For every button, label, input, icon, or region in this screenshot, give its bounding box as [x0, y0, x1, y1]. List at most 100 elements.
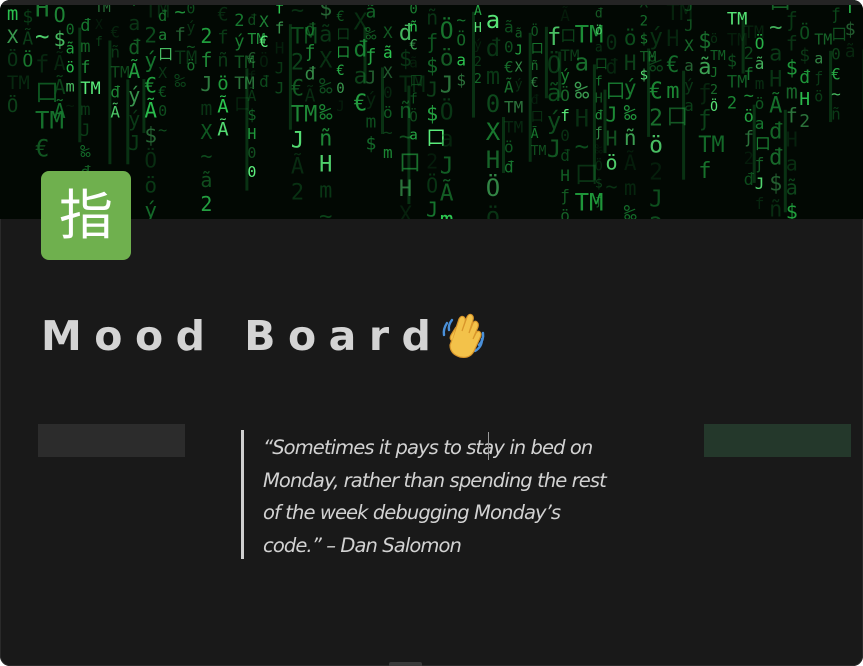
matrix-glyph: J [710, 66, 718, 81]
matrix-glyph: m [200, 96, 212, 120]
matrix-glyph: € [504, 57, 514, 76]
matrix-glyph: Ã [110, 102, 120, 121]
matrix-glyph: ã [515, 27, 523, 42]
matrix-glyph: J [275, 78, 285, 97]
matrix-glyph: TM [504, 117, 523, 136]
matrix-streak [783, 109, 787, 213]
matrix-glyph: a [755, 114, 765, 133]
matrix-glyph: 口 [158, 45, 173, 63]
matrix-glyph: ý [366, 90, 377, 111]
matrix-glyph: m [786, 79, 798, 103]
matrix-glyph: 0 [383, 83, 393, 102]
matrix-glyph: Ã [504, 77, 514, 96]
matrix-glyph: đ [128, 35, 141, 59]
matrix-glyph: m [66, 78, 75, 96]
matrix-streak [752, 104, 756, 183]
matrix-glyph: € [110, 22, 120, 41]
matrix-glyph: Ã [305, 84, 316, 106]
matrix-glyph: Ö [22, 50, 33, 72]
matrix-glyph: ƒ [595, 126, 603, 141]
matrix-glyph: ý [649, 25, 663, 51]
matrix-glyph: f [595, 75, 603, 90]
matrix-glyph: đ [504, 157, 514, 176]
matrix-glyph: Ã [54, 75, 66, 99]
matrix-glyph: a [684, 56, 694, 75]
matrix-glyph: ~ [319, 205, 332, 219]
matrix-glyph: a [769, 42, 782, 67]
matrix-glyph: f [786, 103, 798, 127]
matrix-glyph: Ã [624, 149, 637, 175]
matrix-glyph: a [486, 6, 500, 34]
quote-line: code.” – Dan Salomon [263, 533, 462, 557]
matrix-glyph: Ã [217, 94, 229, 117]
notion-page: fmXÖTMÖJ$ÃÖH~f口TM€fÖ$ÃÃÃ0ãöm~đmfTMmJ‰đƒÖ… [0, 0, 863, 666]
matrix-glyph: Ö [456, 31, 466, 50]
matrix-streak [558, 51, 562, 98]
matrix-glyph: ã [755, 54, 765, 73]
matrix-glyph: $ [727, 52, 737, 72]
matrix-glyph: ‰ [174, 70, 186, 92]
matrix-glyph: 2 [649, 160, 663, 186]
matrix-glyph: 口 [409, 74, 423, 90]
matrix-glyph: Ã [560, 6, 570, 25]
matrix-glyph: f [35, 51, 49, 79]
quote-block[interactable]: “Sometimes it pays to stay in bed on Mon… [241, 430, 636, 559]
matrix-glyph: Ã [291, 153, 304, 180]
matrix-glyph: f [409, 92, 417, 108]
matrix-glyph: đ [305, 63, 316, 84]
matrix-glyph: $ [786, 55, 798, 79]
matrix-glyph: a [409, 128, 417, 144]
matrix-glyph: ö [186, 56, 195, 74]
matrix-glyph: € [158, 83, 167, 101]
matrix-glyph: J [755, 174, 765, 193]
matrix-glyph: ö [560, 206, 570, 219]
matrix-glyph: f [547, 23, 561, 51]
matrix-glyph: X [515, 61, 523, 76]
matrix-glyph: Ö [7, 48, 18, 71]
matrix-glyph: 0 [247, 144, 256, 162]
matrix-glyph: $ [22, 7, 33, 28]
matrix-glyph: $ [366, 134, 377, 155]
matrix-glyph: ö [755, 94, 765, 113]
right-callout-block[interactable] [704, 424, 851, 457]
matrix-glyph: H [575, 104, 589, 132]
matrix-glyph: H [786, 127, 798, 151]
matrix-glyph: 2 [291, 181, 304, 206]
matrix-streak [528, 32, 532, 162]
page-icon[interactable]: 指 [41, 171, 131, 260]
page-title[interactable]: Mood Board [41, 312, 443, 360]
matrix-glyph: ý [186, 18, 195, 36]
matrix-glyph: J [547, 135, 561, 163]
matrix-glyph: $ [845, 19, 856, 40]
matrix-glyph: 0 [336, 81, 344, 97]
matrix-glyph: H [560, 166, 570, 185]
matrix-glyph: ñ [319, 127, 332, 152]
matrix-glyph: Ã [144, 97, 157, 123]
matrix-glyph: X [383, 23, 393, 42]
matrix-streak [592, 64, 596, 181]
matrix-glyph: đ [305, 19, 316, 40]
matrix-glyph: m [383, 143, 393, 162]
page-title-row: Mood Board [41, 306, 489, 366]
matrix-glyph: f [744, 65, 754, 85]
matrix-glyph: TM [504, 97, 523, 116]
matrix-glyph: ~ [456, 11, 466, 30]
matrix-glyph: đ [80, 16, 91, 36]
matrix-glyph: m [440, 208, 454, 220]
matrix-glyph: X [399, 203, 413, 219]
matrix-glyph: ‰ [624, 201, 637, 219]
left-callout-block[interactable] [38, 424, 185, 457]
matrix-glyph: 2 [710, 83, 718, 98]
matrix-glyph: ö [504, 137, 514, 156]
matrix-streak [603, 89, 607, 154]
matrix-glyph: 口 [531, 110, 544, 125]
matrix-glyph: m [755, 74, 765, 93]
matrix-glyph: € [247, 49, 256, 67]
matrix-glyph: € [831, 64, 841, 83]
matrix-glyph: ñ [409, 20, 417, 36]
matrix-streak [288, 24, 292, 130]
matrix-glyph: đ [606, 55, 619, 79]
matrix-streak [363, 27, 367, 84]
bottom-scroll-handle[interactable] [389, 662, 422, 666]
matrix-glyph: ~ [383, 123, 393, 142]
